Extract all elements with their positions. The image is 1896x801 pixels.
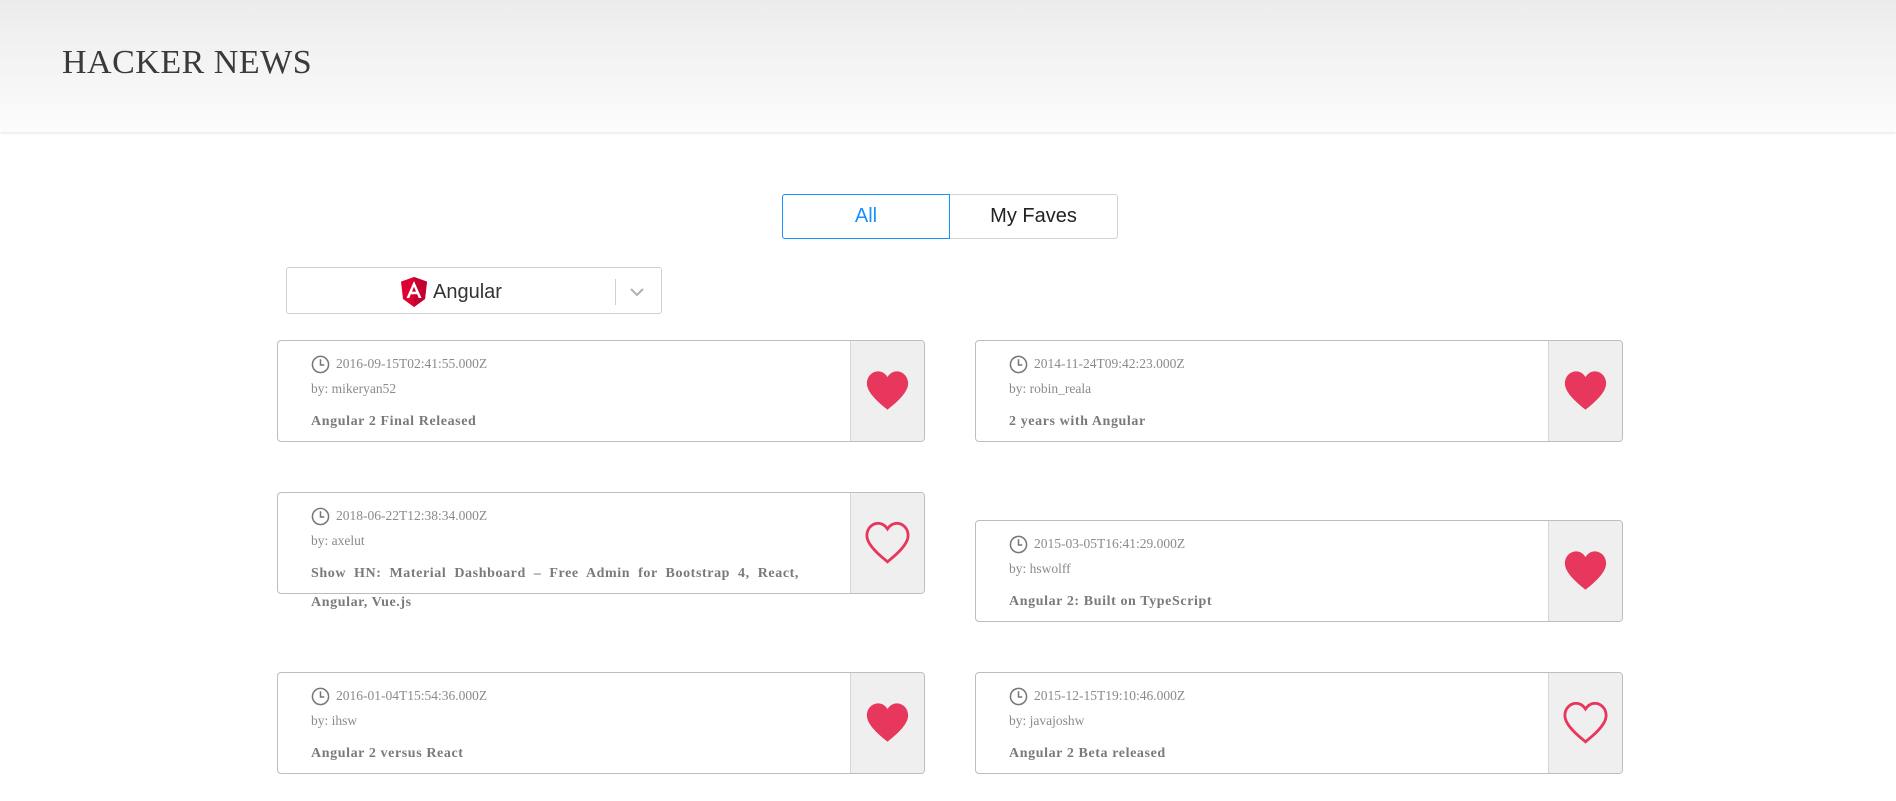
created-time: 2016-09-15T02:41:55.000Z	[336, 356, 488, 371]
heart-filled-icon	[866, 703, 909, 742]
framework-select-label: Angular	[433, 280, 502, 303]
meta-row: 2018-06-22T12:38:34.000Z	[311, 506, 811, 526]
story-title[interactable]: Angular 2 Beta released	[1009, 739, 1497, 768]
view-tabs: All My Faves	[782, 194, 1118, 239]
news-card: 2015-03-05T16:41:29.000Z by: hswolff Ang…	[975, 520, 1623, 622]
created-time: 2018-06-22T12:38:34.000Z	[336, 508, 488, 523]
framework-select-value: Angular	[401, 275, 502, 309]
story-title[interactable]: Angular 2 versus React	[311, 739, 799, 768]
created-time: 2015-03-05T16:41:29.000Z	[1034, 536, 1186, 551]
author: by: axelut	[311, 533, 365, 548]
author: by: ihsw	[311, 713, 358, 728]
meta-row: 2014-11-24T09:42:23.000Z	[1009, 354, 1509, 374]
news-card-body[interactable]: 2016-09-15T02:41:55.000Z by: mikeryan52 …	[311, 354, 811, 436]
heart-filled-icon	[1564, 551, 1607, 590]
news-card-body[interactable]: 2015-03-05T16:41:29.000Z by: hswolff Ang…	[1009, 534, 1509, 616]
created-time: 2016-01-04T15:54:36.000Z	[336, 688, 488, 703]
news-card-body[interactable]: 2015-12-15T19:10:46.000Z by: javajoshw A…	[1009, 686, 1509, 768]
story-title[interactable]: Show HN: Material Dashboard – Free Admin…	[311, 559, 799, 617]
news-card-body[interactable]: 2016-01-04T15:54:36.000Z by: ihsw Angula…	[311, 686, 811, 768]
created-time: 2015-12-15T19:10:46.000Z	[1034, 688, 1186, 703]
news-card-body[interactable]: 2014-11-24T09:42:23.000Z by: robin_reala…	[1009, 354, 1509, 436]
news-card: 2014-11-24T09:42:23.000Z by: robin_reala…	[975, 340, 1623, 442]
favorite-toggle[interactable]	[850, 341, 924, 441]
favorite-toggle[interactable]	[1548, 521, 1622, 621]
news-card: 2015-12-15T19:10:46.000Z by: javajoshw A…	[975, 672, 1623, 774]
clock-icon	[1009, 687, 1028, 705]
favorite-toggle[interactable]	[1548, 673, 1622, 773]
author: by: hswolff	[1009, 561, 1071, 576]
heart-outline-icon	[1563, 702, 1608, 744]
heart-outline-icon	[865, 522, 910, 564]
angular-logo-icon	[401, 277, 427, 307]
tab-my-faves[interactable]: My Faves	[950, 194, 1118, 239]
meta-row: 2015-12-15T19:10:46.000Z	[1009, 686, 1509, 706]
heart-filled-icon	[1564, 371, 1607, 410]
clock-icon	[311, 355, 330, 373]
tab-all[interactable]: All	[782, 194, 950, 239]
clock-icon	[1009, 355, 1028, 373]
app-title: HACKER NEWS	[62, 44, 313, 81]
created-time: 2014-11-24T09:42:23.000Z	[1034, 356, 1185, 371]
author: by: mikeryan52	[311, 381, 397, 396]
favorite-toggle[interactable]	[850, 493, 924, 593]
clock-icon	[311, 687, 330, 705]
news-card: 2018-06-22T12:38:34.000Z by: axelut Show…	[277, 492, 925, 610]
framework-select[interactable]: Angular	[286, 267, 662, 314]
select-separator	[615, 279, 616, 305]
clock-icon	[1009, 535, 1028, 553]
meta-row: 2016-09-15T02:41:55.000Z	[311, 354, 811, 374]
meta-row: 2015-03-05T16:41:29.000Z	[1009, 534, 1509, 554]
author: by: javajoshw	[1009, 713, 1085, 728]
heart-filled-icon	[866, 371, 909, 410]
story-title[interactable]: 2 years with Angular	[1009, 407, 1497, 436]
chevron-down-icon[interactable]	[625, 280, 649, 304]
news-card-body[interactable]: 2018-06-22T12:38:34.000Z by: axelut Show…	[311, 506, 811, 617]
app-header: HACKER NEWS	[0, 0, 1896, 132]
story-title[interactable]: Angular 2 Final Released	[311, 407, 799, 436]
meta-row: 2016-01-04T15:54:36.000Z	[311, 686, 811, 706]
author: by: robin_reala	[1009, 381, 1092, 396]
news-card: 2016-09-15T02:41:55.000Z by: mikeryan52 …	[277, 340, 925, 442]
favorite-toggle[interactable]	[1548, 341, 1622, 441]
news-card: 2016-01-04T15:54:36.000Z by: ihsw Angula…	[277, 672, 925, 774]
clock-icon	[311, 507, 330, 525]
story-title[interactable]: Angular 2: Built on TypeScript	[1009, 587, 1497, 616]
favorite-toggle[interactable]	[850, 673, 924, 773]
